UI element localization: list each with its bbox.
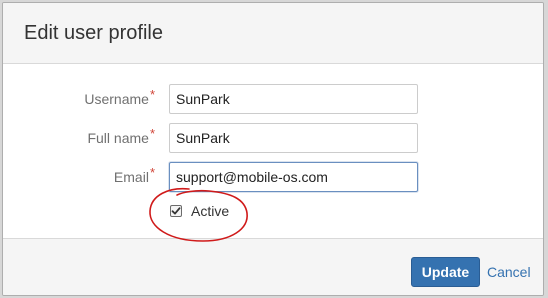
active-checkbox[interactable] <box>170 205 182 217</box>
dialog-header: Edit user profile <box>3 3 543 64</box>
username-field[interactable] <box>169 84 418 114</box>
fullname-label-text: Full name <box>87 130 149 146</box>
required-marker: * <box>149 165 155 180</box>
update-button[interactable]: Update <box>411 257 480 287</box>
email-label-text: Email <box>113 169 149 185</box>
username-label-text: Username <box>84 91 149 107</box>
fullname-field[interactable] <box>169 123 418 153</box>
username-label: Username* <box>15 87 155 107</box>
cancel-button[interactable]: Cancel <box>487 257 531 287</box>
active-label: Active <box>191 203 230 219</box>
required-marker: * <box>149 87 155 102</box>
email-field[interactable] <box>169 162 418 192</box>
active-checkbox-row[interactable]: Active <box>170 202 229 220</box>
fullname-label: Full name* <box>15 126 155 146</box>
checkmark-icon <box>171 207 181 215</box>
dialog-title: Edit user profile <box>24 22 163 44</box>
required-marker: * <box>149 126 155 141</box>
email-label: Email* <box>15 165 155 185</box>
edit-user-profile-dialog: Edit user profile Username* Full name* E… <box>2 2 544 296</box>
